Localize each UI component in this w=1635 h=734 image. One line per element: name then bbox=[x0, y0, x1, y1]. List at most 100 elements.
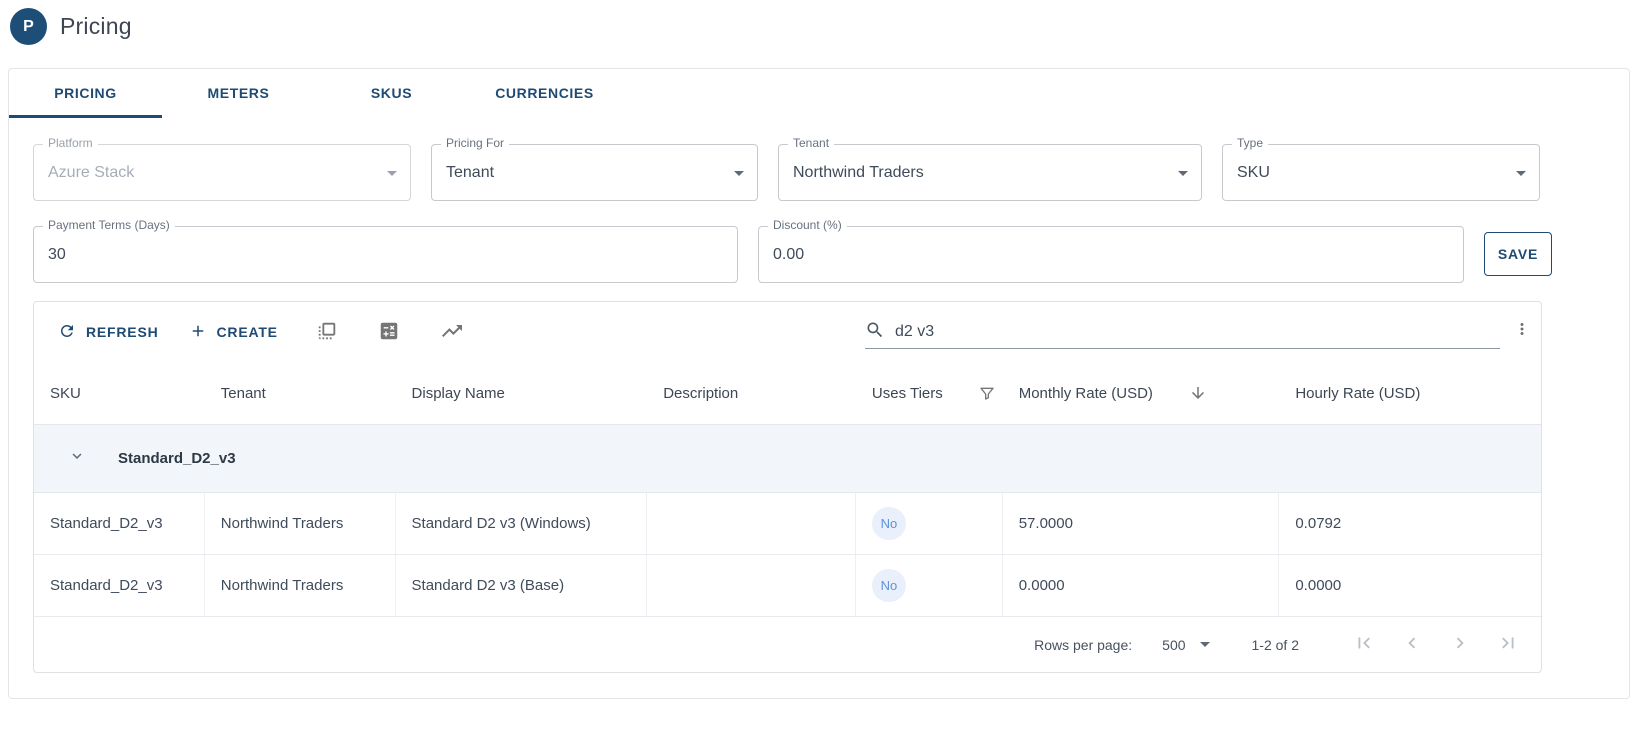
last-page-button[interactable] bbox=[1497, 632, 1519, 657]
discount-field[interactable] bbox=[773, 246, 1429, 264]
platform-value: Azure Stack bbox=[48, 164, 134, 182]
column-header-monthly-rate[interactable]: Monthly Rate (USD) bbox=[1003, 384, 1280, 402]
refresh-button-label: REFRESH bbox=[86, 324, 159, 340]
rows-per-page-value: 500 bbox=[1162, 637, 1185, 653]
cell-tenant: Northwind Traders bbox=[205, 493, 396, 554]
rows-per-page-select[interactable]: 500 bbox=[1162, 637, 1209, 653]
save-button[interactable]: SAVE bbox=[1484, 232, 1552, 276]
discount-label: Discount (%) bbox=[768, 218, 847, 232]
pricing-for-select[interactable]: Pricing For Tenant bbox=[431, 144, 758, 201]
chevron-right-icon bbox=[1449, 632, 1471, 657]
flip-to-front-icon bbox=[316, 320, 338, 345]
first-page-button[interactable] bbox=[1353, 632, 1375, 657]
column-header-tenant[interactable]: Tenant bbox=[205, 385, 396, 402]
refresh-button[interactable]: REFRESH bbox=[58, 322, 159, 343]
table-pagination: Rows per page: 500 1-2 of 2 bbox=[34, 617, 1541, 672]
calculator-button[interactable] bbox=[378, 320, 400, 345]
tenant-value: Northwind Traders bbox=[793, 164, 924, 182]
column-header-description-label: Description bbox=[663, 385, 738, 402]
column-header-monthly-rate-label: Monthly Rate (USD) bbox=[1019, 385, 1153, 402]
cell-monthly-rate: 57.0000 bbox=[1003, 493, 1280, 554]
platform-label: Platform bbox=[43, 136, 98, 150]
search-icon bbox=[865, 320, 885, 345]
tab-currencies[interactable]: CURRENCIES bbox=[468, 69, 621, 117]
trending-up-icon bbox=[440, 319, 464, 346]
discount-field-wrap: Discount (%) bbox=[758, 226, 1464, 283]
chevron-left-icon bbox=[1401, 632, 1423, 657]
chevron-down-icon bbox=[1178, 171, 1188, 176]
tenant-select[interactable]: Tenant Northwind Traders bbox=[778, 144, 1202, 201]
uses-tiers-badge: No bbox=[872, 569, 906, 602]
search-input[interactable] bbox=[895, 323, 1500, 341]
table-toolbar: REFRESH CREATE bbox=[34, 302, 1541, 362]
uses-tiers-badge: No bbox=[872, 507, 906, 540]
tab-pricing[interactable]: PRICING bbox=[9, 69, 162, 117]
app-header: P Pricing bbox=[10, 8, 132, 45]
type-value: SKU bbox=[1237, 164, 1270, 182]
cell-sku: Standard_D2_v3 bbox=[34, 493, 205, 554]
column-header-sku[interactable]: SKU bbox=[34, 385, 205, 402]
create-button[interactable]: CREATE bbox=[189, 322, 278, 343]
tab-skus[interactable]: SKUS bbox=[315, 69, 468, 117]
avatar: P bbox=[10, 8, 47, 45]
kebab-menu-icon bbox=[1513, 326, 1531, 341]
pricing-table-card: REFRESH CREATE bbox=[33, 301, 1542, 673]
sort-descending-icon[interactable] bbox=[1189, 384, 1207, 402]
payment-terms-field[interactable] bbox=[48, 246, 703, 264]
payment-terms-label: Payment Terms (Days) bbox=[43, 218, 175, 232]
group-label: Standard_D2_v3 bbox=[118, 450, 236, 467]
page-title: Pricing bbox=[60, 13, 132, 40]
next-page-button[interactable] bbox=[1449, 632, 1471, 657]
cell-display-name: Standard D2 v3 (Base) bbox=[396, 555, 648, 616]
last-page-icon bbox=[1497, 632, 1519, 657]
chevron-down-icon[interactable] bbox=[68, 447, 86, 470]
column-header-display-name-label: Display Name bbox=[412, 385, 505, 402]
first-page-icon bbox=[1353, 632, 1375, 657]
tab-pricing-label: PRICING bbox=[54, 85, 117, 101]
pricing-for-value: Tenant bbox=[446, 164, 494, 182]
column-header-hourly-rate[interactable]: Hourly Rate (USD) bbox=[1279, 385, 1541, 402]
cell-sku: Standard_D2_v3 bbox=[34, 555, 205, 616]
cell-tenant: Northwind Traders bbox=[205, 555, 396, 616]
cell-monthly-rate: 0.0000 bbox=[1003, 555, 1280, 616]
cell-hourly-rate: 0.0000 bbox=[1279, 555, 1541, 616]
trending-up-button[interactable] bbox=[440, 319, 464, 346]
search-box bbox=[865, 316, 1500, 349]
chevron-down-icon bbox=[1200, 642, 1210, 647]
plus-icon bbox=[189, 322, 207, 343]
filter-row-1: Platform Azure Stack Pricing For Tenant … bbox=[33, 144, 1540, 201]
chevron-down-icon bbox=[387, 171, 397, 176]
table-row[interactable]: Standard_D2_v3 Northwind Traders Standar… bbox=[34, 493, 1541, 555]
cell-description bbox=[647, 555, 856, 616]
filter-icon[interactable] bbox=[979, 385, 995, 401]
calculator-icon bbox=[378, 320, 400, 345]
previous-page-button[interactable] bbox=[1401, 632, 1423, 657]
tab-currencies-label: CURRENCIES bbox=[495, 85, 594, 101]
cell-uses-tiers: No bbox=[856, 555, 1003, 616]
column-header-display-name[interactable]: Display Name bbox=[396, 385, 648, 402]
flip-to-front-button[interactable] bbox=[316, 320, 338, 345]
type-select[interactable]: Type SKU bbox=[1222, 144, 1540, 201]
cell-hourly-rate: 0.0792 bbox=[1279, 493, 1541, 554]
tab-bar: PRICING METERS SKUS CURRENCIES bbox=[9, 69, 1629, 117]
pagination-range: 1-2 of 2 bbox=[1252, 637, 1299, 653]
type-label: Type bbox=[1232, 136, 1268, 150]
column-header-sku-label: SKU bbox=[50, 385, 81, 402]
platform-select: Platform Azure Stack bbox=[33, 144, 411, 201]
payment-terms-field-wrap: Payment Terms (Days) bbox=[33, 226, 738, 283]
more-options-button[interactable] bbox=[1513, 320, 1531, 341]
column-header-uses-tiers-label: Uses Tiers bbox=[872, 385, 943, 402]
tab-skus-label: SKUS bbox=[371, 85, 412, 101]
table-row[interactable]: Standard_D2_v3 Northwind Traders Standar… bbox=[34, 555, 1541, 617]
group-row-standard-d2-v3[interactable]: Standard_D2_v3 bbox=[34, 425, 1541, 493]
pricing-for-label: Pricing For bbox=[441, 136, 509, 150]
chevron-down-icon bbox=[1516, 171, 1526, 176]
table-header-row: SKU Tenant Display Name Description Uses… bbox=[34, 362, 1541, 425]
pricing-panel: PRICING METERS SKUS CURRENCIES Platform … bbox=[8, 68, 1630, 699]
column-header-uses-tiers[interactable]: Uses Tiers bbox=[856, 385, 1003, 402]
filter-row-2: Payment Terms (Days) Discount (%) SAVE bbox=[33, 226, 1552, 283]
tab-meters[interactable]: METERS bbox=[162, 69, 315, 117]
cell-uses-tiers: No bbox=[856, 493, 1003, 554]
column-header-description[interactable]: Description bbox=[647, 385, 856, 402]
rows-per-page-label: Rows per page: bbox=[1034, 637, 1132, 653]
